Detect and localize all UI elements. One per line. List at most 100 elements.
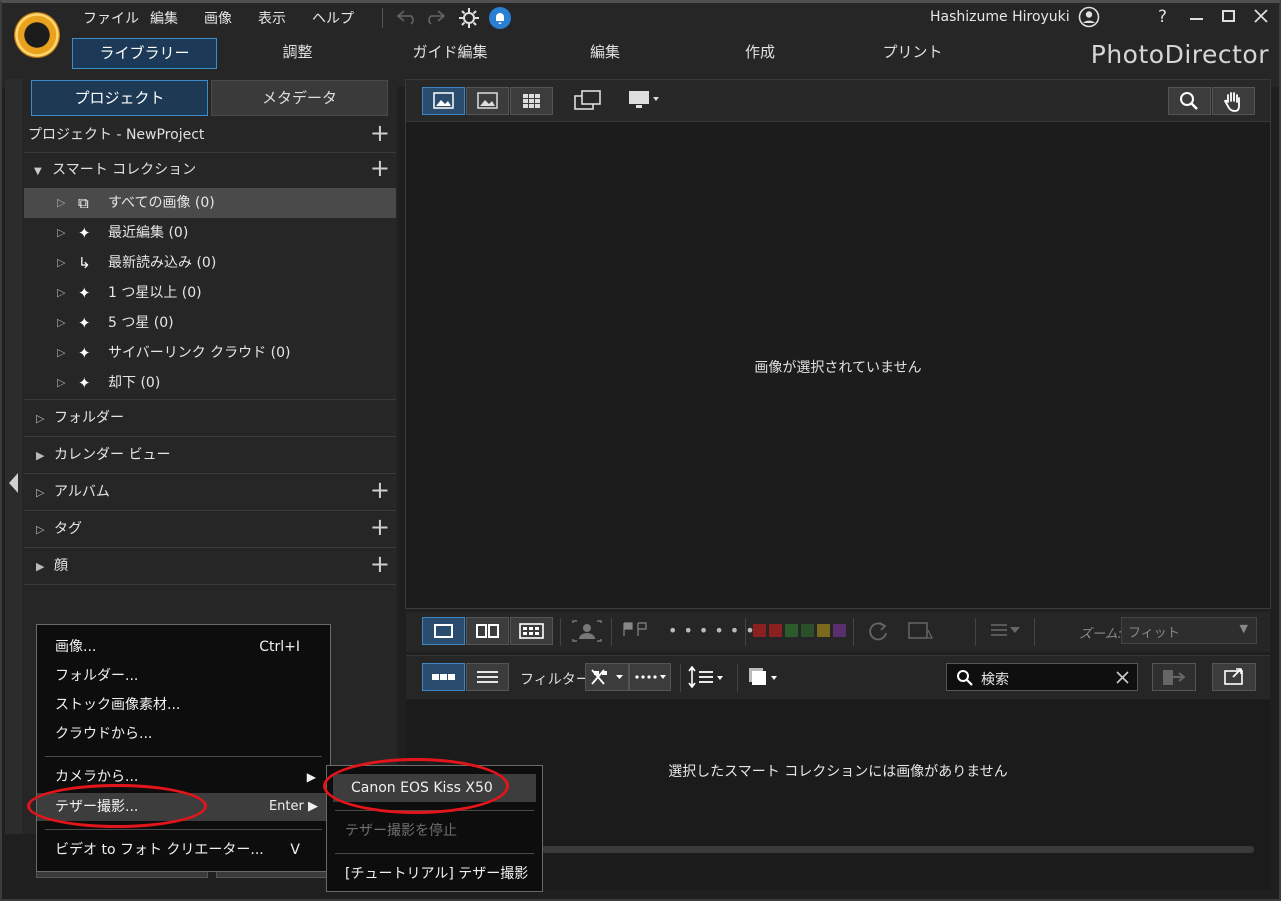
rotate-icon[interactable] xyxy=(866,620,890,642)
expand-triangle-icon[interactable]: ▶ xyxy=(36,437,44,474)
filter-label: フィルター: xyxy=(520,672,595,688)
toolbar-divider xyxy=(975,618,976,646)
color-label-swatch[interactable] xyxy=(785,624,798,637)
smart-collection-item[interactable]: ▷ ✦ 却下 (0) xyxy=(24,368,396,398)
flag-pick-reject-icon[interactable] xyxy=(620,620,652,640)
rating-filter-button[interactable] xyxy=(629,663,671,691)
menu-item-image[interactable]: 画像... Ctrl+I xyxy=(37,633,330,661)
library-section-4[interactable]: ▶ 顔 + xyxy=(24,548,396,585)
smart-collection-header[interactable]: ▼ スマート コレクション + xyxy=(24,153,396,187)
help-button[interactable]: ? xyxy=(1158,7,1167,27)
menu-help[interactable]: ヘルプ xyxy=(312,8,354,28)
smart-collection-item[interactable]: ▷ ↳ 最新読み込み (0) xyxy=(24,248,396,278)
expand-triangle-icon[interactable]: ▷ xyxy=(57,368,65,398)
undo-icon[interactable] xyxy=(396,9,418,25)
compare-screen-icon[interactable] xyxy=(573,88,603,112)
library-section-0[interactable]: ▷ フォルダー xyxy=(24,400,396,437)
filmstrip-scrollbar[interactable] xyxy=(542,846,1254,853)
tab-metadata[interactable]: メタデータ xyxy=(211,80,388,116)
close-icon[interactable] xyxy=(1254,9,1268,23)
expand-triangle-icon[interactable]: ▷ xyxy=(36,400,44,437)
view-mode-viewer-button[interactable] xyxy=(422,87,465,115)
menu-item-from-cloud[interactable]: クラウドから... xyxy=(37,720,330,748)
nav-tab-create[interactable]: 作成 xyxy=(690,38,830,69)
add-plus-icon[interactable]: + xyxy=(370,546,390,583)
menu-item-stock-images[interactable]: ストック画像素材... xyxy=(37,691,330,719)
color-label-swatch[interactable] xyxy=(769,624,782,637)
filmstrip-view-button[interactable] xyxy=(422,663,465,691)
add-plus-icon[interactable]: + xyxy=(370,509,390,546)
nav-tab-print[interactable]: プリント xyxy=(840,38,985,69)
collapse-arrow-icon[interactable] xyxy=(9,473,18,493)
stack-icon[interactable] xyxy=(745,665,781,689)
expand-triangle-down-icon[interactable]: ▼ xyxy=(24,166,42,177)
library-section-1[interactable]: ▶ カレンダー ビュー xyxy=(24,437,396,474)
minimize-icon[interactable] xyxy=(1190,18,1203,20)
settings-gear-icon[interactable] xyxy=(458,7,480,29)
rating-dots-icon[interactable]: •••••• xyxy=(668,621,761,640)
tab-project[interactable]: プロジェクト xyxy=(31,80,208,116)
expand-triangle-icon[interactable]: ▷ xyxy=(36,511,44,548)
menu-image[interactable]: 画像 xyxy=(204,8,232,28)
zoom-tool-button[interactable] xyxy=(1168,87,1211,115)
export-button[interactable] xyxy=(1152,663,1196,691)
sort-order-icon[interactable] xyxy=(687,665,727,689)
add-smart-collection-plus-icon[interactable]: + xyxy=(370,151,390,185)
add-plus-icon[interactable]: + xyxy=(370,472,390,509)
sort-options-icon[interactable] xyxy=(989,621,1023,641)
expand-triangle-icon[interactable]: ▷ xyxy=(57,338,65,368)
menu-item-shortcut: V xyxy=(290,842,300,858)
expand-triangle-icon[interactable]: ▷ xyxy=(57,218,65,248)
crop-select-icon[interactable] xyxy=(906,620,936,642)
layout-single-button[interactable] xyxy=(422,617,465,645)
maximize-icon[interactable] xyxy=(1222,10,1235,22)
color-label-swatch[interactable] xyxy=(833,624,846,637)
add-project-plus-icon[interactable]: + xyxy=(370,116,390,150)
clear-search-icon[interactable] xyxy=(1116,671,1129,684)
submenu-item-tutorial[interactable]: [チュートリアル] テザー撮影 xyxy=(327,860,542,888)
smart-collection-item[interactable]: ▷ ✦ 1 つ星以上 (0) xyxy=(24,278,396,308)
notification-bell-icon[interactable] xyxy=(489,7,511,29)
expand-triangle-icon[interactable]: ▷ xyxy=(57,248,65,278)
search-input[interactable]: 検索 xyxy=(981,669,1009,689)
smart-collection-item[interactable]: ▷ ✦ 最近編集 (0) xyxy=(24,218,396,248)
pan-tool-button[interactable] xyxy=(1212,87,1255,115)
menu-item-folder[interactable]: フォルダー... xyxy=(37,662,330,690)
search-box[interactable]: 検索 xyxy=(946,663,1138,691)
library-section-3[interactable]: ▷ タグ + xyxy=(24,511,396,548)
layout-multi-button[interactable] xyxy=(510,617,553,645)
redo-icon[interactable] xyxy=(424,9,446,25)
menu-edit[interactable]: 編集 xyxy=(150,8,178,28)
library-section-2[interactable]: ▷ アルバム + xyxy=(24,474,396,511)
layout-compare-button[interactable] xyxy=(466,617,509,645)
menu-view[interactable]: 表示 xyxy=(258,8,286,28)
user-account-icon[interactable] xyxy=(1078,6,1100,28)
menu-file[interactable]: ファイル xyxy=(83,8,139,28)
monitor-display-icon[interactable] xyxy=(627,88,663,112)
expand-triangle-icon[interactable]: ▷ xyxy=(57,308,65,338)
color-label-swatch[interactable] xyxy=(817,624,830,637)
face-tag-icon[interactable] xyxy=(570,619,604,643)
share-button[interactable] xyxy=(1212,663,1256,691)
expand-triangle-icon[interactable]: ▷ xyxy=(36,474,44,511)
zoom-select[interactable]: フィット ▼ xyxy=(1121,617,1257,644)
nav-tab-library[interactable]: ライブラリー xyxy=(72,38,217,69)
menu-item-label: ビデオ to フォト クリエーター... xyxy=(55,842,264,858)
view-mode-single-button[interactable] xyxy=(466,87,509,115)
color-label-swatch[interactable] xyxy=(753,624,766,637)
nav-tab-guided-edit[interactable]: ガイド編集 xyxy=(375,38,525,69)
list-view-button[interactable] xyxy=(466,663,509,691)
expand-triangle-icon[interactable]: ▶ xyxy=(36,548,44,585)
nav-tab-edit[interactable]: 編集 xyxy=(535,38,675,69)
expand-triangle-icon[interactable]: ▷ xyxy=(57,188,65,218)
flag-filter-button[interactable] xyxy=(585,663,629,691)
menu-item-video-to-photo[interactable]: ビデオ to フォト クリエーター... V xyxy=(37,836,330,864)
nav-tab-adjust[interactable]: 調整 xyxy=(230,38,365,69)
panel-collapse-strip[interactable] xyxy=(5,79,22,834)
smart-collection-item[interactable]: ▷ ✦ 5 つ星 (0) xyxy=(24,308,396,338)
view-mode-grid-button[interactable] xyxy=(510,87,553,115)
expand-triangle-icon[interactable]: ▷ xyxy=(57,278,65,308)
color-label-swatch[interactable] xyxy=(801,624,814,637)
smart-collection-item[interactable]: ▷ ⧉ すべての画像 (0) xyxy=(24,188,396,218)
smart-collection-item[interactable]: ▷ ✦ サイバーリンク クラウド (0) xyxy=(24,338,396,368)
